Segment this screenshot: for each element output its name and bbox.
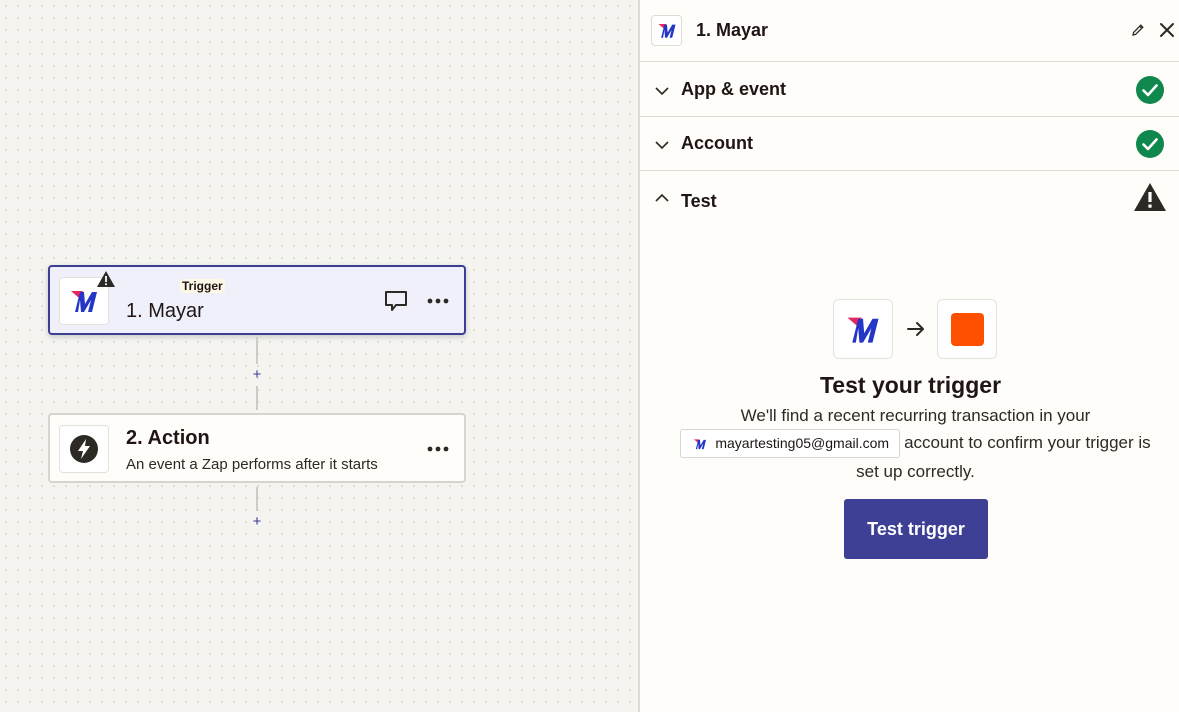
test-description: We'll find a recent recurring transactio…	[680, 402, 1151, 485]
warning-icon	[1134, 183, 1166, 211]
comment-button[interactable]	[383, 289, 409, 313]
section-label: Account	[681, 133, 753, 153]
rename-button[interactable]	[1128, 20, 1148, 40]
test-desc-before: We'll find a recent recurring transactio…	[740, 406, 1091, 425]
test-desc-after: account to confirm your trigger is set u…	[856, 433, 1151, 482]
check-circle-icon	[1136, 76, 1164, 104]
action-step-card[interactable]: 2. Action An event a Zap performs after …	[48, 413, 466, 483]
section-account[interactable]: Account	[640, 117, 1179, 171]
pencil-icon	[1132, 24, 1144, 36]
section-label: App & event	[681, 79, 787, 99]
action-more-button[interactable]	[425, 437, 451, 461]
chevron-down-icon	[655, 141, 669, 150]
zap-canvas[interactable]: Trigger 1. Mayar + 2. Action An event a …	[0, 0, 638, 712]
step-editor-panel: 1. Mayar App & event Account Test Test y…	[638, 0, 1179, 712]
add-step-button[interactable]: +	[249, 367, 265, 383]
action-step-subtitle: An event a Zap performs after it starts	[126, 456, 378, 473]
chevron-up-icon	[655, 193, 669, 202]
add-step-button[interactable]: +	[249, 514, 265, 530]
more-horizontal-icon	[427, 446, 449, 452]
orange-square-icon	[950, 312, 984, 346]
trigger-more-button[interactable]	[425, 289, 451, 313]
test-trigger-button[interactable]: Test trigger	[844, 499, 988, 559]
close-button[interactable]	[1157, 20, 1177, 40]
chevron-down-icon	[655, 87, 669, 96]
trigger-flow-illustration	[833, 299, 999, 361]
close-icon	[1160, 23, 1174, 37]
section-app-event[interactable]: App & event	[640, 63, 1179, 117]
trigger-step-title: 1. Mayar	[126, 300, 204, 322]
account-email: mayartesting05@gmail.com	[715, 435, 890, 452]
test-heading: Test your trigger	[819, 372, 1002, 398]
comment-icon	[385, 291, 407, 311]
arrow-right-icon	[907, 322, 924, 336]
mayar-app-icon	[651, 15, 682, 46]
action-app-icon	[59, 425, 109, 473]
connector-line	[256, 337, 258, 364]
more-horizontal-icon	[427, 298, 449, 304]
panel-title: 1. Mayar	[696, 20, 769, 40]
account-chip: mayartesting05@gmail.com	[680, 429, 901, 459]
trigger-tag: Trigger	[180, 279, 225, 293]
section-label: Test	[681, 191, 717, 211]
zap-trigger-icon	[937, 299, 997, 359]
action-step-title: 2. Action	[126, 427, 210, 449]
mayar-app-icon	[694, 438, 707, 449]
connector-line	[256, 386, 258, 410]
panel-header: 1. Mayar	[640, 0, 1179, 62]
section-test[interactable]: Test	[640, 172, 1179, 226]
warning-icon	[97, 271, 115, 287]
lightning-icon	[70, 435, 98, 463]
connector-line	[256, 487, 258, 511]
check-circle-icon	[1136, 130, 1164, 158]
trigger-step-card[interactable]: Trigger 1. Mayar	[48, 265, 466, 335]
mayar-app-icon	[833, 299, 893, 359]
